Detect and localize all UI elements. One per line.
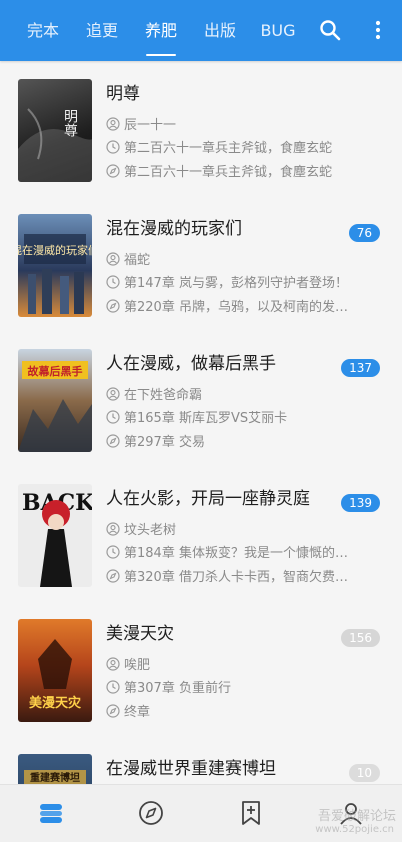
- unread-count-badge: 76: [348, 224, 380, 242]
- book-title: 明尊: [106, 84, 140, 104]
- compass-small-icon: [106, 568, 120, 583]
- book-row[interactable]: 故幕后黑手 人在漫威，做幕后黑手 137 在下姓爸命霸 第165章 斯库瓦罗VS…: [0, 331, 402, 466]
- book-row[interactable]: BACK 人在火影，开局一座静灵庭 139 坟头老树 第184章 集体叛变？我是…: [0, 466, 402, 601]
- latest-chapter-line: 第147章 岚与雾，彭格列守护者登场！: [106, 272, 356, 291]
- read-chapter: 第220章 吊牌，乌鸦，以及柯南的发现！: [124, 300, 356, 315]
- book-cover: 混在漫威的玩家们: [18, 214, 92, 317]
- latest-chapter: 第184章 集体叛变？我是一个慷慨的人...: [124, 546, 356, 561]
- book-list: 明尊 明尊 辰一十一 第二百六十一章兵主斧钺，食塵玄蛇 第二百六十一章兵主斧钺，…: [0, 61, 402, 784]
- unread-count-badge: 137: [341, 359, 380, 377]
- shelf-icon[interactable]: [37, 799, 65, 827]
- tab-bug[interactable]: BUG: [252, 0, 304, 61]
- author-line: 辰一十一: [106, 114, 356, 133]
- book-title: 混在漫威的玩家们: [106, 219, 242, 239]
- author-line: 坟头老树: [106, 519, 356, 538]
- latest-chapter: 第307章 负重前行: [124, 681, 231, 696]
- read-chapter: 终章: [124, 705, 151, 720]
- author-line: 福蛇: [106, 249, 356, 268]
- tab-zhuigeng[interactable]: 追更: [76, 0, 128, 61]
- unread-count-badge: 156: [341, 629, 380, 647]
- book-row[interactable]: 混在漫威的玩家们 混在漫威的玩家们 76 福蛇 第147章 岚与雾，彭格列守护者…: [0, 196, 402, 331]
- book-cover: 美漫天灾: [18, 619, 92, 722]
- author-name: 辰一十一: [124, 118, 177, 133]
- author-line: 唉肥: [106, 654, 356, 673]
- tab-chuban[interactable]: 出版: [194, 0, 246, 61]
- read-chapter-line: 第220章 吊牌，乌鸦，以及柯南的发现！: [106, 296, 356, 315]
- read-chapter-line: 终章: [106, 701, 356, 720]
- clock-icon: [106, 544, 120, 559]
- book-cover: 故幕后黑手: [18, 349, 92, 452]
- read-chapter-line: 第297章 交易: [106, 431, 356, 450]
- more-vert-icon[interactable]: [366, 18, 390, 42]
- read-chapter: 第320章 借刀杀人卡卡西，智商欠费带...: [124, 570, 356, 585]
- latest-chapter: 第165章 斯库瓦罗VS艾丽卡: [124, 411, 288, 426]
- compass-small-icon: [106, 298, 120, 313]
- watermark-url: www.52pojie.cn: [315, 824, 394, 835]
- latest-chapter: 第二百六十一章兵主斧钺，食塵玄蛇: [124, 141, 333, 156]
- watermark-text: 吾爱破解论坛: [317, 809, 396, 824]
- book-title: 美漫天灾: [106, 624, 174, 644]
- svg-text:重建赛博坦: 重建赛博坦: [30, 771, 80, 784]
- book-row[interactable]: 明尊 明尊 辰一十一 第二百六十一章兵主斧钺，食塵玄蛇 第二百六十一章兵主斧钺，…: [0, 61, 402, 196]
- clock-icon: [106, 679, 120, 694]
- latest-chapter: 第147章 岚与雾，彭格列守护者登场！: [124, 276, 348, 291]
- latest-chapter-line: 第307章 负重前行: [106, 677, 356, 696]
- svg-text:故幕后黑手: 故幕后黑手: [28, 364, 83, 378]
- clock-icon: [106, 139, 120, 154]
- clock-icon: [106, 274, 120, 289]
- clock-icon: [106, 409, 120, 424]
- active-tab-indicator: [146, 54, 176, 56]
- person-icon: [106, 116, 120, 131]
- book-cover: 重建赛博坦: [18, 754, 92, 784]
- author-name: 唉肥: [124, 658, 151, 673]
- tab-yangfei[interactable]: 养肥: [135, 0, 187, 61]
- read-chapter: 第297章 交易: [124, 435, 205, 450]
- person-icon: [106, 656, 120, 671]
- unread-count-badge: 10: [348, 764, 380, 782]
- compass-icon[interactable]: [137, 799, 165, 827]
- bookmark-add-icon[interactable]: [237, 799, 265, 827]
- book-row[interactable]: 美漫天灾 美漫天灾 156 唉肥 第307章 负重前行 终章: [0, 601, 402, 736]
- author-name: 坟头老树: [124, 523, 177, 538]
- author-line: 在下姓爸命霸: [106, 384, 356, 403]
- author-name: 福蛇: [124, 253, 151, 268]
- book-title: 人在漫威，做幕后黑手: [106, 354, 276, 374]
- book-title: 在漫威世界重建赛博坦: [106, 759, 276, 779]
- person-icon: [106, 386, 120, 401]
- svg-text:混在漫威的玩家们: 混在漫威的玩家们: [18, 243, 92, 257]
- book-row[interactable]: 重建赛博坦 在漫威世界重建赛博坦 10: [0, 736, 402, 784]
- svg-text:明尊: 明尊: [62, 109, 78, 137]
- book-title: 人在火影，开局一座静灵庭: [106, 489, 310, 509]
- compass-small-icon: [106, 163, 120, 178]
- svg-text:美漫天灾: 美漫天灾: [29, 695, 82, 711]
- person-icon: [106, 521, 120, 536]
- book-cover: 明尊: [18, 79, 92, 182]
- latest-chapter-line: 第165章 斯库瓦罗VS艾丽卡: [106, 407, 356, 426]
- book-cover: BACK: [18, 484, 92, 587]
- read-chapter-line: 第320章 借刀杀人卡卡西，智商欠费带...: [106, 566, 356, 585]
- person-icon: [106, 251, 120, 266]
- read-chapter: 第二百六十一章兵主斧钺，食塵玄蛇: [124, 165, 333, 180]
- top-app-bar: 完本 追更 养肥 出版 BUG: [0, 0, 402, 61]
- compass-small-icon: [106, 703, 120, 718]
- latest-chapter-line: 第二百六十一章兵主斧钺，食塵玄蛇: [106, 137, 356, 156]
- compass-small-icon: [106, 433, 120, 448]
- search-icon[interactable]: [318, 18, 342, 42]
- unread-count-badge: 139: [341, 494, 380, 512]
- read-chapter-line: 第二百六十一章兵主斧钺，食塵玄蛇: [106, 161, 356, 180]
- author-name: 在下姓爸命霸: [124, 388, 203, 403]
- latest-chapter-line: 第184章 集体叛变？我是一个慷慨的人...: [106, 542, 356, 561]
- tab-wanben[interactable]: 完本: [17, 0, 69, 61]
